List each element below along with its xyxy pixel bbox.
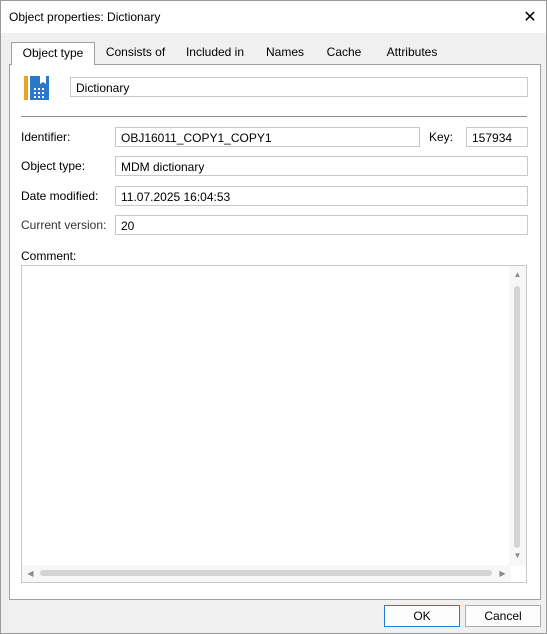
vertical-scroll-thumb[interactable] [514,286,520,548]
tab-attributes[interactable]: Attributes [383,42,441,63]
tab-included-in[interactable]: Included in [181,42,249,63]
name-field[interactable]: Dictionary [70,77,528,97]
window-title: Object properties: Dictionary [9,10,161,24]
comment-label: Comment: [21,249,77,263]
object-type-label: Object type: [21,159,86,173]
key-field[interactable]: 157934 [466,127,528,147]
title-bar: Object properties: Dictionary ✕ [1,1,546,33]
vertical-scrollbar[interactable]: ▲ ▼ [509,266,526,566]
comment-textarea[interactable]: ▲ ▼ ◀ ▶ [21,265,527,583]
identifier-label: Identifier: [21,130,71,144]
dictionary-icon [24,75,50,101]
horizontal-scrollbar[interactable]: ◀ ▶ [22,565,511,582]
cancel-button[interactable]: Cancel [465,605,541,627]
object-type-field[interactable]: MDM dictionary [115,156,528,176]
date-modified-label: Date modified: [21,189,99,203]
tab-object-type[interactable]: Object type [11,42,95,65]
identifier-field[interactable]: OBJ16011_COPY1_COPY1 [115,127,420,147]
tab-cache[interactable]: Cache [323,42,365,63]
scroll-left-icon[interactable]: ◀ [22,565,39,582]
scroll-up-icon[interactable]: ▲ [509,266,526,283]
date-modified-field[interactable]: 11.07.2025 16:04:53 [115,186,528,206]
separator [21,116,527,117]
ok-button[interactable]: OK [384,605,460,627]
current-version-label: Current version: [21,218,107,232]
horizontal-scroll-thumb[interactable] [40,570,492,576]
close-icon[interactable]: ✕ [517,5,543,29]
current-version-field[interactable]: 20 [115,215,528,235]
tab-names[interactable]: Names [263,42,307,63]
tab-consists-of[interactable]: Consists of [98,42,173,63]
properties-dialog: Object properties: Dictionary ✕ Object t… [0,0,547,634]
scroll-down-icon[interactable]: ▼ [509,547,526,564]
scroll-right-icon[interactable]: ▶ [494,565,511,582]
object-type-panel: Dictionary Identifier: OBJ16011_COPY1_CO… [9,64,541,600]
key-label: Key: [429,130,454,144]
